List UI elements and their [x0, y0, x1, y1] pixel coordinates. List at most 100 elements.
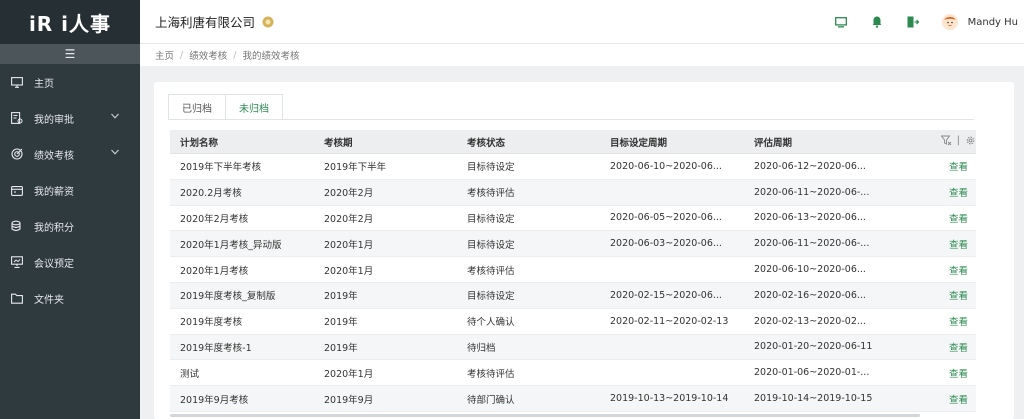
table-cell: 考核待评估: [467, 265, 515, 277]
view-link[interactable]: 查看: [949, 159, 968, 173]
company-name[interactable]: 上海利唐有限公司: [155, 12, 255, 31]
table-cell: 2020年2月: [324, 213, 374, 225]
table-cell: 2019年度考核: [180, 317, 243, 329]
table-cell: 待部门确认: [467, 394, 515, 406]
app-logo[interactable]: iR i人事: [0, 0, 140, 44]
sidebar-item[interactable]: 我的积分: [0, 208, 140, 244]
column-header[interactable]: 考核状态: [467, 135, 505, 149]
archive-tabs: 已归档 未归档: [168, 94, 283, 120]
table-row: 测试 2020年1月 考核待评估 2020-01-06~2020-01-... 查看: [170, 360, 976, 387]
view-link[interactable]: 查看: [949, 263, 968, 277]
view-link[interactable]: 查看: [949, 288, 968, 302]
sidebar-menu: 主页 我的审批绩效考核我的薪资我的积分会议预定文件夹: [0, 64, 140, 316]
menu-toggle-button[interactable]: ☰: [0, 44, 140, 64]
avatar[interactable]: [941, 14, 958, 30]
table-row: 2019年度考核 2019年 待个人确认 2020-02-11~2020-02-13 2…: [170, 309, 976, 335]
target-icon: [10, 147, 24, 161]
breadcrumb-separator: /: [180, 49, 184, 61]
breadcrumb-performance[interactable]: 绩效考核: [189, 48, 227, 62]
table-cell: 2020年1月考核_异动版: [180, 239, 282, 251]
column-header[interactable]: 目标设定周期: [610, 135, 667, 149]
table-cell: 2019年下半年考核: [180, 162, 262, 174]
table-cell: 2020-01-06~2020-01-...: [754, 367, 870, 379]
table-header: 计划名称 考核期 考核状态 目标设定周期 评估周期 |: [170, 130, 976, 154]
view-link[interactable]: 查看: [949, 366, 968, 380]
table-cell: 2020.2月考核: [180, 188, 242, 200]
sidebar-item[interactable]: 绩效考核: [0, 136, 140, 172]
gear-icon[interactable]: [965, 135, 976, 146]
user-name[interactable]: Mandy Hu: [968, 17, 1018, 28]
table-cell: 2020-06-10~2020-06...: [610, 160, 722, 172]
logo-text: iR i人事: [28, 11, 112, 36]
table-cell: 2020-06-03~2020-06...: [610, 238, 722, 250]
breadcrumb-current: 我的绩效考核: [242, 51, 300, 62]
tab-unarchived[interactable]: 未归档: [225, 94, 283, 120]
logout-icon[interactable]: [906, 15, 920, 29]
table-cell: 2020-06-10~2020-06...: [754, 264, 866, 276]
table-row: 2019年度考核_复制版 2019年 目标待设定 2020-02-15~2020-06…: [170, 282, 976, 309]
column-header[interactable]: 计划名称: [180, 135, 218, 149]
table-cell: 2020-06-05~2020-06...: [610, 212, 722, 224]
table-row: 2019年9月考核 2019年9月 待部门确认 2019-10-13~2019-10-…: [170, 386, 976, 412]
hamburger-icon: ☰: [64, 47, 76, 61]
sidebar-item-label: 我的积分: [34, 222, 74, 234]
horizontal-scrollbar[interactable]: [170, 414, 920, 417]
filter-clear-icon[interactable]: [940, 135, 952, 146]
table-cell: 2020年1月: [324, 265, 374, 277]
table-row: 2019年度考核-1 2019年 待归档 2020-01-20~2020-06-11 查…: [170, 334, 976, 361]
table-cell: 2020年2月: [324, 188, 374, 200]
sidebar-item-label: 绩效考核: [34, 150, 74, 162]
view-link[interactable]: 查看: [949, 237, 968, 251]
approval-icon: [10, 111, 24, 125]
screen-icon[interactable]: [834, 15, 848, 29]
sidebar-item-label: 会议预定: [34, 258, 74, 270]
monitor-icon: [10, 75, 24, 89]
sidebar-item[interactable]: 主页: [0, 64, 140, 100]
table-cell: 2019年度考核_复制版: [180, 291, 276, 303]
view-link[interactable]: 查看: [949, 185, 968, 199]
sidebar: iR i人事 ☰ 主页 我的审批绩效考核我的薪资我的积分会议预定文件夹: [0, 0, 140, 419]
sidebar-item[interactable]: 我的审批: [0, 100, 140, 136]
presentation-icon: [10, 255, 24, 269]
tab-label: 已归档: [182, 103, 212, 115]
table-cell: 测试: [180, 368, 200, 380]
content-card: 已归档 未归档 计划名称 考核期 考核状态 目标设定周期 评估周期 | 2019…: [154, 82, 1014, 419]
breadcrumb-separator: /: [233, 49, 237, 61]
top-header: 上海利唐有限公司 Mandy Hu: [140, 0, 1024, 44]
table-cell: 2020-02-15~2020-06...: [610, 289, 722, 301]
tab-archived[interactable]: 已归档: [168, 94, 226, 120]
header-actions: Mandy Hu: [834, 0, 1024, 44]
table-cell: 目标待设定: [467, 291, 515, 303]
bell-icon[interactable]: [870, 15, 884, 29]
table-row: 2020年2月考核 2020年2月 目标待设定 2020-06-05~2020-06.…: [170, 206, 976, 232]
breadcrumb-home[interactable]: 主页: [155, 48, 174, 62]
table-cell: 考核待评估: [467, 188, 515, 200]
tab-label: 未归档: [239, 103, 269, 115]
table-cell: 2019-10-14~2019-10-15: [754, 393, 873, 405]
table-cell: 2019年9月: [324, 394, 374, 406]
sidebar-item[interactable]: 会议预定: [0, 244, 140, 280]
table-cell: 目标待设定: [467, 162, 515, 174]
view-link[interactable]: 查看: [949, 314, 968, 328]
chevron-down-icon: [110, 147, 122, 159]
table-cell: 2020年1月考核: [180, 265, 249, 277]
coins-icon: [10, 219, 24, 233]
breadcrumb: 主页 / 绩效考核 / 我的绩效考核: [140, 44, 1024, 66]
view-link[interactable]: 查看: [949, 392, 968, 406]
table-cell: 2020年1月: [324, 368, 374, 380]
table-cell: 2019-10-13~2019-10-14: [610, 393, 729, 405]
table-row: 2020年1月考核 2020年1月 考核待评估 2020-06-10~2020-06.…: [170, 257, 976, 283]
view-link[interactable]: 查看: [949, 211, 968, 225]
column-header[interactable]: 评估周期: [754, 135, 792, 149]
sidebar-item[interactable]: 我的薪资: [0, 172, 140, 208]
table-cell: 2019年: [324, 291, 358, 303]
table-cell: 2019年度考核-1: [180, 342, 252, 354]
view-link[interactable]: 查看: [949, 340, 968, 354]
table-row: 2020.2月考核 2020年2月 考核待评估 2020-06-11~2020-06-…: [170, 179, 976, 206]
table-tools: |: [940, 135, 976, 146]
table-cell: 2020-02-16~2020-06...: [754, 289, 866, 301]
table-body: 2019年下半年考核 2019年下半年 目标待设定 2020-06-10~2020-0…: [170, 154, 976, 412]
column-header[interactable]: 考核期: [324, 135, 353, 149]
table-cell: 待归档: [467, 342, 496, 354]
sidebar-item[interactable]: 文件夹: [0, 280, 140, 316]
